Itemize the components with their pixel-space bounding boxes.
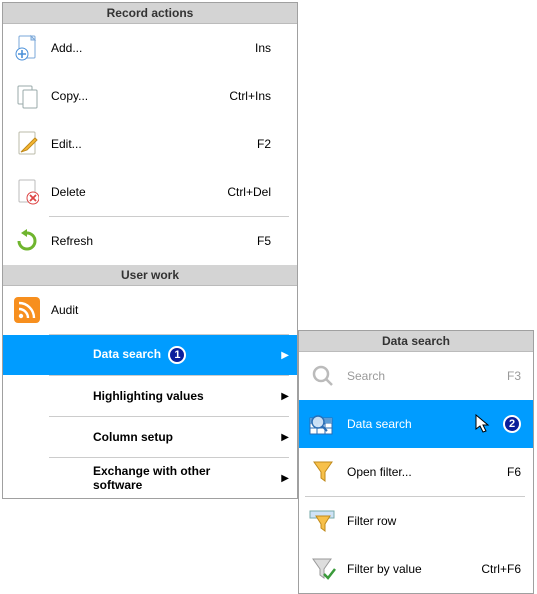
menu-shortcut: Ctrl+Del [215, 185, 275, 199]
grid-magnifier-icon [305, 411, 341, 437]
menu-shortcut: Ctrl+Ins [215, 89, 275, 103]
menu-item-copy[interactable]: Copy... Ctrl+Ins [3, 72, 297, 120]
menu-label: Data search [341, 417, 465, 431]
menu-shortcut: F5 [215, 234, 275, 248]
submenu-arrow-icon: ▶ [275, 391, 289, 402]
rss-icon [9, 297, 45, 323]
menu-shortcut: F6 [465, 465, 525, 479]
menu-item-data-search[interactable]: Data search 1 ▶ [3, 335, 297, 375]
menu-item-edit[interactable]: Edit... F2 [3, 120, 297, 168]
magnifier-icon [305, 363, 341, 389]
menu-label: Data search 1 [45, 346, 215, 364]
menu-label: Highlighting values [45, 389, 215, 403]
menu-label: Copy... [45, 89, 215, 103]
menu-item-audit[interactable]: Audit [3, 286, 297, 334]
copy-icon [9, 82, 45, 110]
menu-label: Exchange with other software [45, 464, 215, 492]
menu-item-search[interactable]: Search F3 [299, 352, 533, 400]
menu-label: Filter by value [341, 562, 465, 576]
refresh-icon [9, 229, 45, 253]
funnel-row-icon [305, 508, 341, 534]
submenu-arrow-icon: ▶ [275, 432, 289, 443]
funnel-check-icon [305, 556, 341, 582]
menu-shortcut: F2 [215, 137, 275, 151]
menu-label: Delete [45, 185, 215, 199]
section-header-datasearch: Data search [299, 331, 533, 352]
menu-label: Column setup [45, 430, 215, 444]
menu-item-add[interactable]: Add... Ins [3, 24, 297, 72]
menu-item-exchange[interactable]: Exchange with other software ▶ [3, 458, 297, 498]
menu-label: Add... [45, 41, 215, 55]
menu-item-column-setup[interactable]: Column setup ▶ [3, 417, 297, 457]
edit-icon [9, 130, 45, 158]
menu-item-highlighting[interactable]: Highlighting values ▶ [3, 376, 297, 416]
menu-item-delete[interactable]: Delete Ctrl+Del [3, 168, 297, 216]
menu-item-sub-data-search[interactable]: Data search 2 [299, 400, 533, 448]
menu-item-open-filter[interactable]: Open filter... F6 [299, 448, 533, 496]
delete-icon [9, 178, 45, 206]
section-header-user: User work [3, 265, 297, 286]
add-document-icon [9, 34, 45, 62]
menu-label: Filter row [341, 514, 465, 528]
funnel-icon [305, 459, 341, 485]
menu-label: Audit [45, 303, 215, 317]
annotation-badge-2: 2 [465, 415, 525, 433]
menu-label: Edit... [45, 137, 215, 151]
menu-shortcut: Ins [215, 41, 275, 55]
annotation-badge-1: 1 [168, 346, 186, 364]
menu-item-filter-row[interactable]: Filter row [299, 497, 533, 545]
submenu-arrow-icon: ▶ [275, 350, 289, 361]
section-header-record: Record actions [3, 3, 297, 24]
data-search-submenu: Data search Search F3 Data search 2 Open… [298, 330, 534, 594]
menu-label: Open filter... [341, 465, 465, 479]
menu-shortcut: F3 [465, 369, 525, 383]
menu-item-refresh[interactable]: Refresh F5 [3, 217, 297, 265]
main-context-menu: Record actions Add... Ins Copy... Ctrl+I… [2, 2, 298, 499]
menu-label: Refresh [45, 234, 215, 248]
menu-shortcut: Ctrl+F6 [465, 562, 525, 576]
menu-label: Search [341, 369, 465, 383]
menu-item-filter-by-value[interactable]: Filter by value Ctrl+F6 [299, 545, 533, 593]
submenu-arrow-icon: ▶ [275, 473, 289, 484]
